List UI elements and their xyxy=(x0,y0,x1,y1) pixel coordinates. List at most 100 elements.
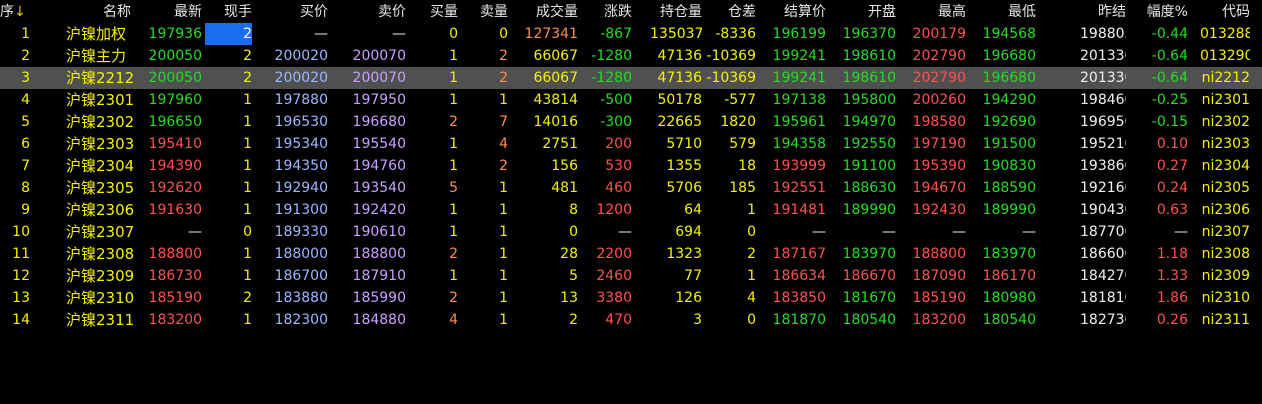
pct-change: -0.64 xyxy=(1151,48,1188,64)
header-oi-change[interactable]: 仓差 xyxy=(705,1,756,23)
open-price: 183970 xyxy=(842,246,896,262)
contract-code: ni2301 xyxy=(1201,92,1250,108)
ask-price: 188800 xyxy=(352,246,406,262)
header-prev-settle[interactable]: 昨结 xyxy=(1080,1,1126,23)
table-row[interactable]: 7 沪镍2304 194390 1 194350 194760 1 2 156 530 1355 18… xyxy=(0,155,1262,177)
last-price: 200050 xyxy=(148,70,202,86)
table-row[interactable]: 4 沪镍2301 197960 1 197880 197950 1 1 43814 -500 501… xyxy=(0,89,1262,111)
current-volume: 1 xyxy=(243,268,252,284)
oi-change: 1 xyxy=(747,268,756,284)
table-row[interactable]: 11 沪镍2308 188800 1 188000 188800 2 1 28 2200 1323 2… xyxy=(0,243,1262,265)
header-code[interactable]: 代码 xyxy=(1200,1,1250,23)
open-interest: 5710 xyxy=(666,136,702,152)
prev-settle: 184270 xyxy=(1080,268,1126,284)
price-change: 470 xyxy=(605,312,632,328)
table-row[interactable]: 1 沪镍加权 197936 2— —0 0 127341 -867 135037 -8336 196… xyxy=(0,23,1262,45)
oi-change: -10369 xyxy=(706,48,756,64)
row-seq: 13 xyxy=(12,290,30,306)
pct-change: 1.18 xyxy=(1156,246,1188,262)
bid-qty: 1 xyxy=(449,268,458,284)
bid-price: 192940 xyxy=(274,180,328,196)
header-change[interactable]: 涨跌 xyxy=(584,1,632,23)
turnover-volume: 0 xyxy=(569,224,578,240)
last-price: 200050 xyxy=(148,48,202,64)
header-open-interest[interactable]: 持仓量 xyxy=(650,1,702,23)
table-row[interactable]: 10沪镍2307—0189330190610110—6940————187700… xyxy=(0,221,1262,243)
price-change: 3380 xyxy=(596,290,632,306)
ask-price: 193540 xyxy=(352,180,406,196)
high-price: 195390 xyxy=(912,158,966,174)
high-price: — xyxy=(952,224,966,240)
header-high[interactable]: 最高 xyxy=(910,1,966,23)
price-change: -1280 xyxy=(591,48,632,64)
last-price: 197936 xyxy=(148,26,202,42)
table-row[interactable]: 13 沪镍2310 185190 2 183880 185990 2 1 13 3380 126 4 1… xyxy=(0,287,1262,309)
table-row[interactable]: 6 沪镍2303 195410 1 195340 195540 1 4 2751 200 5710 5… xyxy=(0,133,1262,155)
table-row[interactable]: 9 沪镍2306 191630 1 191300 192420 1 1 8 1200 64 1 1914… xyxy=(0,199,1262,221)
turnover-volume: 8 xyxy=(569,202,578,218)
high-price: 192430 xyxy=(912,202,966,218)
sort-desc-icon[interactable]: ↓ xyxy=(14,4,26,20)
pct-change: 0.63 xyxy=(1156,202,1188,218)
ask-qty: 0 xyxy=(499,26,508,42)
ask-price: 195540 xyxy=(352,136,406,152)
header-bid-qty[interactable]: 买量 xyxy=(420,1,458,23)
table-row[interactable]: 14 沪镍2311 183200 1 182300 184880 4 1 2 470 3 0 18187… xyxy=(0,309,1262,331)
high-price: 183200 xyxy=(912,312,966,328)
table-row[interactable]: 3 沪镍2212 200050 2 200020 200070 1 2 66067 -1280 47… xyxy=(0,67,1262,89)
table-row[interactable]: 8 沪镍2305 192620 1 192940 193540 5 1 481 460 5706 18… xyxy=(0,177,1262,199)
oi-change: 18 xyxy=(738,158,756,174)
header-name[interactable]: 名称 xyxy=(66,1,131,23)
table-row[interactable]: 2 沪镍主力 200050 2 200020 200070 1 2 66067 -1280 4713… xyxy=(0,45,1262,67)
settle-price: 191481 xyxy=(772,202,826,218)
high-price: 188800 xyxy=(912,246,966,262)
ask-price: 190610 xyxy=(352,224,406,240)
header-pct[interactable]: 幅度% xyxy=(1140,1,1188,23)
current-volume: 1 xyxy=(243,202,252,218)
low-price: 188590 xyxy=(982,180,1036,196)
row-seq: 9 xyxy=(21,202,30,218)
open-price: 192550 xyxy=(842,136,896,152)
row-seq: 5 xyxy=(21,114,30,130)
current-volume: 2 xyxy=(243,70,252,86)
header-open[interactable]: 开盘 xyxy=(840,1,896,23)
open-price: — xyxy=(882,224,896,240)
row-seq: 4 xyxy=(21,92,30,108)
pct-change: -0.44 xyxy=(1151,26,1188,42)
pct-change: 0.27 xyxy=(1156,158,1188,174)
row-seq: 11 xyxy=(12,246,30,262)
low-price: 180540 xyxy=(982,312,1036,328)
price-change: 2200 xyxy=(596,246,632,262)
header-turnover-volume[interactable]: 成交量 xyxy=(520,1,578,23)
header-low[interactable]: 最低 xyxy=(980,1,1036,23)
header-ask[interactable]: 卖价 xyxy=(340,1,406,23)
pct-change: -0.25 xyxy=(1151,92,1188,108)
high-price: 200260 xyxy=(912,92,966,108)
header-seq[interactable]: 序↓ xyxy=(0,1,30,23)
contract-code: ni2311 xyxy=(1201,312,1250,328)
table-row[interactable]: 5 沪镍2302 196650 1 196530 196680 2 7 14016 -300 226… xyxy=(0,111,1262,133)
ask-price: 200070 xyxy=(352,48,406,64)
high-price: 197190 xyxy=(912,136,966,152)
header-bid[interactable]: 买价 xyxy=(270,1,328,23)
oi-change: 1 xyxy=(747,202,756,218)
current-volume[interactable]: 2 xyxy=(205,23,252,45)
oi-change: 0 xyxy=(747,224,756,240)
open-price: 198610 xyxy=(842,48,896,64)
row-seq: 12 xyxy=(12,268,30,284)
header-volume[interactable]: 现手 xyxy=(205,1,252,23)
prev-settle: 195210 xyxy=(1080,136,1126,152)
header-ask-qty[interactable]: 卖量 xyxy=(472,1,508,23)
bid-price: 191300 xyxy=(274,202,328,218)
ask-qty: 1 xyxy=(499,92,508,108)
header-last[interactable]: 最新 xyxy=(140,1,202,23)
turnover-volume: 2 xyxy=(569,312,578,328)
price-change: 200 xyxy=(605,136,632,152)
bid-qty: 4 xyxy=(449,312,458,328)
table-row[interactable]: 12 沪镍2309 186730 1 186700 187910 1 1 5 2460 77 1 186… xyxy=(0,265,1262,287)
header-settle[interactable]: 结算价 xyxy=(770,1,826,23)
prev-settle: 196950 xyxy=(1080,114,1126,130)
bid-price: 200020 xyxy=(274,70,328,86)
prev-settle: 198803 xyxy=(1080,26,1126,42)
prev-settle: 186600 xyxy=(1080,246,1126,262)
